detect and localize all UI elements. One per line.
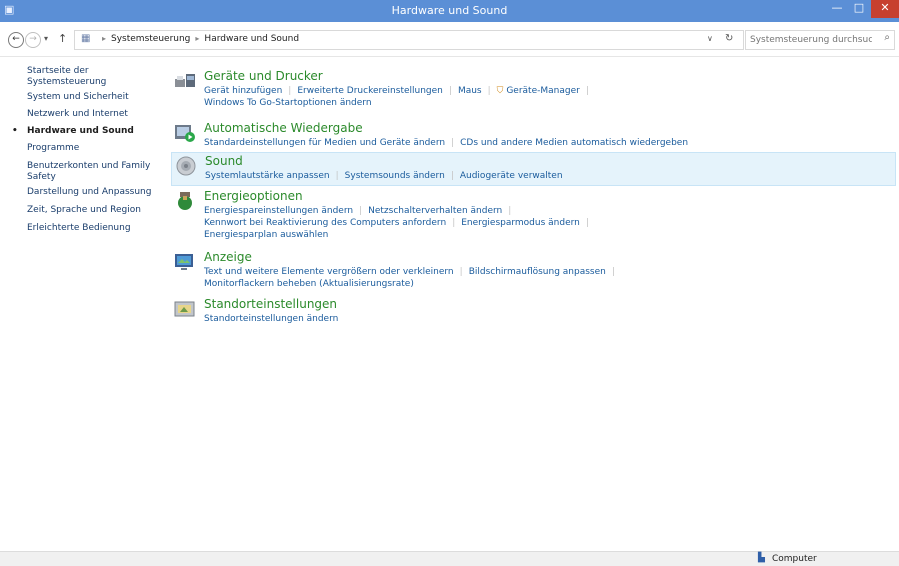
- category-location-settings: Standorteinstellungen Standorteinstellun…: [171, 296, 894, 328]
- link-power-plan[interactable]: Energiesparplan auswählen: [204, 230, 328, 240]
- printer-icon: [175, 74, 195, 87]
- maximize-button[interactable]: □: [848, 0, 870, 18]
- sidebar-item-netzwerk-und-internet[interactable]: Netzwerk und Internet: [27, 109, 162, 120]
- link-audio-devices[interactable]: Audiogeräte verwalten: [460, 171, 563, 181]
- control-panel-icon: ▦: [81, 33, 91, 44]
- link-windows-to-go[interactable]: Windows To Go-Startoptionen ändern: [204, 98, 372, 108]
- category-power-options: Energieoptionen Energiespareinstellungen…: [171, 188, 894, 244]
- window-title: Hardware und Sound: [391, 4, 508, 17]
- display-icon: [175, 254, 193, 270]
- link-location-settings[interactable]: Standorteinstellungen ändern: [204, 314, 338, 324]
- link-text-size[interactable]: Text und weitere Elemente vergrößern ode…: [204, 267, 454, 277]
- status-bar: ▙ Computer: [0, 551, 899, 566]
- category-display: Anzeige Text und weitere Elemente vergrö…: [171, 249, 894, 291]
- link-system-sounds[interactable]: Systemsounds ändern: [345, 171, 445, 181]
- address-field[interactable]: ▦ ▸ Systemsteuerung ▸ Hardware und Sound ∨ …: [74, 30, 744, 50]
- autoplay-icon: [175, 125, 195, 142]
- sidebar-item-label: Hardware und Sound: [27, 126, 134, 136]
- address-bar: ← → ▾ ↑ ▦ ▸ Systemsteuerung ▸ Hardware und …: [0, 22, 899, 57]
- link-sleep-mode[interactable]: Energiesparmodus ändern: [461, 218, 580, 228]
- link-power-settings[interactable]: Energiespareinstellungen ändern: [204, 206, 353, 216]
- category-links: Standardeinstellungen für Medien und Ger…: [204, 138, 689, 148]
- category-links: Gerät hinzufügen | Erweiterte Druckereinst…: [204, 86, 589, 108]
- sidebar-item-hardware-und-sound[interactable]: • Hardware und Sound: [12, 126, 162, 137]
- speaker-icon: [176, 156, 196, 176]
- close-button[interactable]: ✕: [871, 0, 899, 18]
- link-system-volume[interactable]: Systemlautstärke anpassen: [205, 171, 330, 181]
- sidebar-item-programme[interactable]: Programme: [27, 143, 162, 154]
- link-mouse[interactable]: Maus: [458, 86, 482, 96]
- category-title[interactable]: Geräte und Drucker: [204, 69, 323, 83]
- category-autoplay: Automatische Wiedergabe Standardeinstell…: [171, 120, 894, 150]
- sidebar-item-darstellung[interactable]: Darstellung und Anpassung: [27, 187, 162, 198]
- breadcrumb-hardware-und-sound[interactable]: Hardware und Sound: [204, 34, 299, 44]
- link-media-defaults[interactable]: Standardeinstellungen für Medien und Ger…: [204, 138, 445, 148]
- category-title[interactable]: Anzeige: [204, 250, 252, 264]
- breadcrumb-separator: ▸: [102, 34, 107, 43]
- active-bullet-icon: •: [12, 126, 18, 136]
- search-box[interactable]: ⌕: [745, 30, 895, 50]
- status-text: Computer: [772, 554, 817, 564]
- minimize-button[interactable]: —: [826, 0, 848, 18]
- category-title[interactable]: Sound: [205, 154, 243, 168]
- up-button[interactable]: ↑: [58, 32, 67, 45]
- link-password-on-wake[interactable]: Kennwort bei Reaktivierung des Computers…: [204, 218, 446, 228]
- back-button[interactable]: ←: [8, 32, 24, 48]
- link-refresh-rate[interactable]: Monitorflackern beheben (Aktualisierungs…: [204, 279, 414, 289]
- recent-locations-button[interactable]: ▾: [44, 34, 48, 43]
- search-input[interactable]: [750, 33, 872, 46]
- computer-icon: ▙: [758, 553, 765, 563]
- category-links: Standorteinstellungen ändern: [204, 313, 884, 325]
- breadcrumb-separator: ▸: [195, 34, 200, 43]
- link-add-device[interactable]: Gerät hinzufügen: [204, 86, 282, 96]
- chevron-down-icon[interactable]: ∨: [707, 34, 713, 43]
- category-devices-printers: Geräte und Drucker Gerät hinzufügen | Erwe…: [171, 68, 894, 110]
- category-title[interactable]: Standorteinstellungen: [204, 297, 337, 311]
- link-device-manager[interactable]: Geräte-Manager: [506, 86, 580, 96]
- breadcrumb-systemsteuerung[interactable]: Systemsteuerung: [111, 34, 190, 44]
- link-power-button-behavior[interactable]: Netzschalterverhalten ändern: [368, 206, 502, 216]
- breadcrumb: ▸ Systemsteuerung ▸ Hardware und Sound: [97, 34, 299, 44]
- link-screen-resolution[interactable]: Bildschirmauflösung anpassen: [469, 267, 606, 277]
- forward-button[interactable]: →: [25, 32, 41, 48]
- title-bar: ▣ Hardware und Sound — □ ✕: [0, 0, 899, 22]
- location-icon: [174, 301, 195, 317]
- category-links: Text und weitere Elemente vergrößern ode…: [204, 267, 615, 289]
- link-autoplay-cds[interactable]: CDs und andere Medien automatisch wieder…: [460, 138, 688, 148]
- sidebar-item-system-und-sicherheit[interactable]: System und Sicherheit: [27, 92, 162, 103]
- shield-icon: ⛉: [496, 86, 504, 96]
- category-links: Energiespareinstellungen ändern | Netzscha…: [204, 206, 589, 240]
- category-links: Systemlautstärke anpassen | Systemsounds ä…: [205, 171, 563, 181]
- sidebar-item-startseite[interactable]: Startseite der Systemsteuerung: [27, 66, 162, 88]
- sidebar-item-zeit-sprache-region[interactable]: Zeit, Sprache und Region: [27, 205, 162, 216]
- category-title[interactable]: Energieoptionen: [204, 189, 303, 203]
- refresh-icon[interactable]: ↻: [725, 33, 733, 44]
- link-advanced-printer-settings[interactable]: Erweiterte Druckereinstellungen: [297, 86, 443, 96]
- sidebar-item-benutzerkonten[interactable]: Benutzerkonten und Family Safety: [27, 161, 162, 183]
- power-options-icon: [178, 192, 192, 210]
- sidebar-item-erleichterte-bedienung[interactable]: Erleichterte Bedienung: [27, 223, 162, 234]
- category-title[interactable]: Automatische Wiedergabe: [204, 121, 363, 135]
- search-icon[interactable]: ⌕: [884, 32, 890, 43]
- category-sound[interactable]: Sound Systemlautstärke anpassen | Systemso…: [171, 152, 896, 186]
